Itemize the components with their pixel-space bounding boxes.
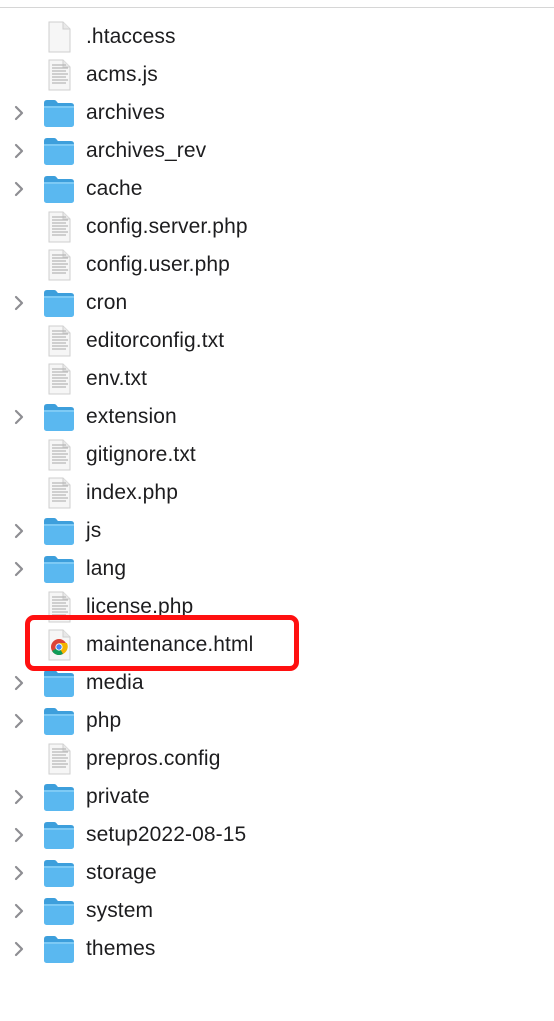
chevron-right-icon[interactable] bbox=[10, 180, 28, 198]
folder-row[interactable]: setup2022-08-15 bbox=[0, 816, 554, 854]
item-name: config.user.php bbox=[86, 253, 230, 276]
item-name: maintenance.html bbox=[86, 633, 254, 656]
folder-row[interactable]: lang bbox=[0, 550, 554, 588]
document-icon bbox=[42, 249, 76, 281]
item-name: env.txt bbox=[86, 367, 148, 390]
folder-row[interactable]: system bbox=[0, 892, 554, 930]
document-icon bbox=[42, 439, 76, 471]
folder-icon bbox=[42, 933, 76, 965]
chevron-right-icon[interactable] bbox=[10, 674, 28, 692]
folder-row[interactable]: php bbox=[0, 702, 554, 740]
document-icon bbox=[42, 59, 76, 91]
item-name: cache bbox=[86, 177, 143, 200]
file-row[interactable]: acms.js bbox=[0, 56, 554, 94]
item-name: config.server.php bbox=[86, 215, 248, 238]
document-icon bbox=[42, 211, 76, 243]
item-name: js bbox=[86, 519, 102, 542]
folder-row[interactable]: themes bbox=[0, 930, 554, 968]
folder-icon bbox=[42, 553, 76, 585]
chevron-right-icon[interactable] bbox=[10, 902, 28, 920]
document-icon bbox=[42, 363, 76, 395]
folder-icon bbox=[42, 705, 76, 737]
file-list: .htaccess acms.js archives archives_revcach… bbox=[0, 18, 554, 968]
file-row[interactable]: env.txt bbox=[0, 360, 554, 398]
folder-icon bbox=[42, 819, 76, 851]
file-row[interactable]: .htaccess bbox=[0, 18, 554, 56]
item-name: cron bbox=[86, 291, 128, 314]
folder-row[interactable]: extension bbox=[0, 398, 554, 436]
blank-document-icon bbox=[42, 21, 76, 53]
chevron-right-icon[interactable] bbox=[10, 826, 28, 844]
item-name: extension bbox=[86, 405, 177, 428]
folder-row[interactable]: cache bbox=[0, 170, 554, 208]
file-row[interactable]: config.server.php bbox=[0, 208, 554, 246]
chevron-right-icon[interactable] bbox=[10, 522, 28, 540]
folder-icon bbox=[42, 857, 76, 889]
folder-icon bbox=[42, 287, 76, 319]
folder-icon bbox=[42, 515, 76, 547]
item-name: index.php bbox=[86, 481, 178, 504]
item-name: prepros.config bbox=[86, 747, 221, 770]
item-name: system bbox=[86, 899, 154, 922]
folder-row[interactable]: archives_rev bbox=[0, 132, 554, 170]
chevron-right-icon[interactable] bbox=[10, 940, 28, 958]
document-icon bbox=[42, 477, 76, 509]
chrome-html-file-icon bbox=[42, 629, 76, 661]
folder-row[interactable]: cron bbox=[0, 284, 554, 322]
chevron-right-icon[interactable] bbox=[10, 864, 28, 882]
item-name: archives bbox=[86, 101, 165, 124]
folder-row[interactable]: js bbox=[0, 512, 554, 550]
item-name: lang bbox=[86, 557, 127, 580]
chevron-right-icon[interactable] bbox=[10, 104, 28, 122]
folder-icon bbox=[42, 667, 76, 699]
folder-row[interactable]: archives bbox=[0, 94, 554, 132]
chevron-right-icon[interactable] bbox=[10, 294, 28, 312]
item-name: storage bbox=[86, 861, 157, 884]
file-row[interactable]: editorconfig.txt bbox=[0, 322, 554, 360]
file-row[interactable]: license.php bbox=[0, 588, 554, 626]
folder-icon bbox=[42, 895, 76, 927]
item-name: .htaccess bbox=[86, 25, 176, 48]
folder-icon bbox=[42, 781, 76, 813]
chevron-right-icon[interactable] bbox=[10, 712, 28, 730]
folder-icon bbox=[42, 401, 76, 433]
document-icon bbox=[42, 591, 76, 623]
item-name: private bbox=[86, 785, 150, 808]
file-row[interactable]: gitignore.txt bbox=[0, 436, 554, 474]
folder-row[interactable]: media bbox=[0, 664, 554, 702]
item-name: archives_rev bbox=[86, 139, 207, 162]
folder-icon bbox=[42, 173, 76, 205]
chevron-right-icon[interactable] bbox=[10, 408, 28, 426]
folder-row[interactable]: storage bbox=[0, 854, 554, 892]
file-row[interactable]: index.php bbox=[0, 474, 554, 512]
document-icon bbox=[42, 325, 76, 357]
file-row[interactable]: prepros.config bbox=[0, 740, 554, 778]
chevron-right-icon[interactable] bbox=[10, 788, 28, 806]
folder-icon bbox=[42, 135, 76, 167]
top-divider bbox=[0, 7, 554, 8]
chevron-right-icon[interactable] bbox=[10, 560, 28, 578]
file-row[interactable]: config.user.php bbox=[0, 246, 554, 284]
file-row[interactable]: maintenance.html bbox=[0, 626, 554, 664]
item-name: editorconfig.txt bbox=[86, 329, 225, 352]
folder-icon bbox=[42, 97, 76, 129]
folder-row[interactable]: private bbox=[0, 778, 554, 816]
chevron-right-icon[interactable] bbox=[10, 142, 28, 160]
item-name: acms.js bbox=[86, 63, 158, 86]
item-name: php bbox=[86, 709, 122, 732]
document-icon bbox=[42, 743, 76, 775]
item-name: media bbox=[86, 671, 144, 694]
item-name: themes bbox=[86, 937, 156, 960]
item-name: setup2022-08-15 bbox=[86, 823, 247, 846]
item-name: license.php bbox=[86, 595, 194, 618]
item-name: gitignore.txt bbox=[86, 443, 196, 466]
